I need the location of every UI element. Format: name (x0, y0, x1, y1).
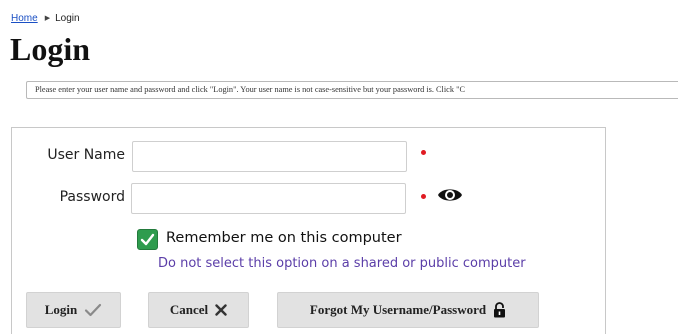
username-label: User Name (47, 147, 125, 163)
remember-me-label[interactable]: Remember me on this computer (166, 230, 402, 246)
username-input[interactable] (132, 141, 407, 172)
password-input[interactable] (131, 183, 406, 214)
login-button[interactable]: Login (26, 292, 121, 328)
forgot-credentials-button[interactable]: Forgot My Username/Password (277, 292, 539, 328)
checkmark-icon (140, 233, 155, 246)
required-dot-icon (421, 150, 426, 155)
login-button-label: Login (44, 302, 78, 317)
lock-icon (494, 302, 506, 318)
shared-computer-warning: Do not select this option on a shared or… (158, 256, 526, 271)
breadcrumb-separator-icon: ▶ (44, 15, 51, 22)
breadcrumb: Home ▶ Login (11, 13, 80, 24)
checkmark-icon (85, 303, 102, 317)
cancel-button[interactable]: Cancel (148, 292, 249, 328)
page-title: Login (10, 31, 91, 67)
required-dot-icon (421, 194, 426, 199)
password-label: Password (59, 189, 125, 205)
instructions-box: Please enter your user name and password… (26, 81, 678, 99)
remember-me-checkbox[interactable] (137, 229, 158, 250)
forgot-credentials-label: Forgot My Username/Password (309, 302, 487, 317)
cancel-button-label: Cancel (169, 302, 209, 317)
breadcrumb-current: Login (55, 13, 80, 24)
breadcrumb-home-link[interactable]: Home (11, 13, 38, 24)
close-icon (215, 304, 227, 316)
eye-icon[interactable] (437, 185, 463, 205)
